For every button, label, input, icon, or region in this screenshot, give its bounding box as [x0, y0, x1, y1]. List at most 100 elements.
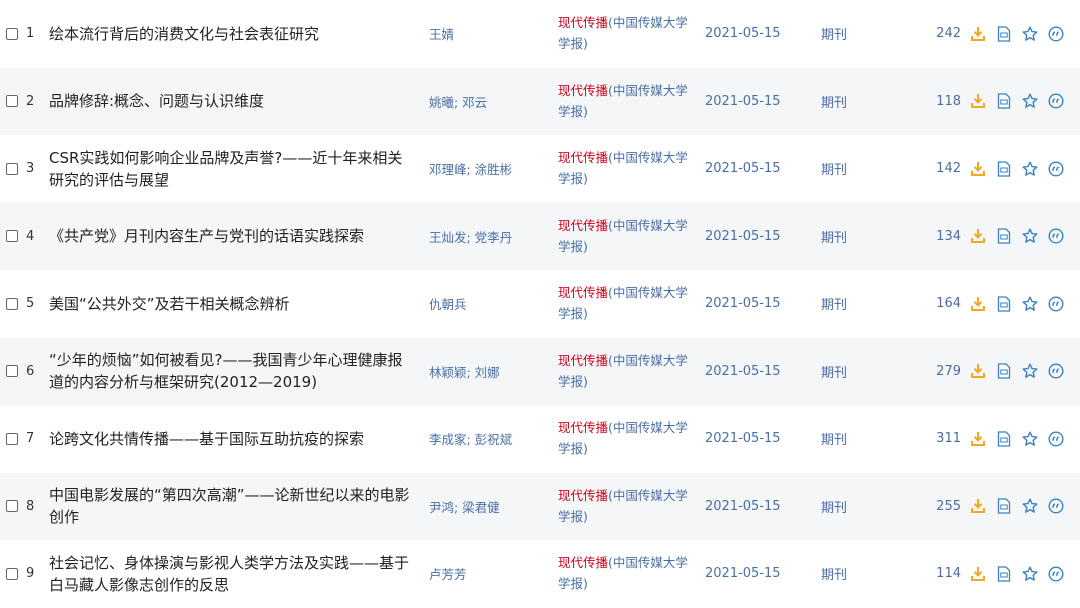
download-icon[interactable] [970, 296, 986, 312]
cite-icon[interactable] [1048, 93, 1064, 109]
authors-link[interactable]: 卢芳芳 [429, 540, 544, 608]
html-read-icon[interactable] [996, 431, 1012, 447]
publish-date: 2021-05-15 [705, 228, 781, 244]
row-checkbox[interactable] [6, 473, 24, 541]
favorite-star-icon[interactable] [1022, 93, 1038, 109]
favorite-star-icon[interactable] [1022, 161, 1038, 177]
download-icon[interactable] [970, 26, 986, 42]
download-count: 255 [936, 498, 961, 514]
article-title-link[interactable]: 《共产党》月刊内容生产与党刊的话语实践探索 [49, 203, 414, 271]
authors-link[interactable]: 王婧 [429, 0, 544, 68]
article-title-link[interactable]: 品牌修辞:概念、问题与认识维度 [49, 68, 414, 136]
authors-link[interactable]: 尹鸿; 梁君健 [429, 473, 544, 541]
publish-date: 2021-05-15 [705, 566, 781, 582]
authors-link[interactable]: 林颖颖; 刘娜 [429, 338, 544, 406]
source-link[interactable]: 现代传播(中国传媒大学学报) [558, 0, 693, 68]
row-checkbox[interactable] [6, 270, 24, 338]
favorite-star-icon[interactable] [1022, 431, 1038, 447]
source-highlight: 现代传播 [558, 15, 609, 30]
download-icon[interactable] [970, 431, 986, 447]
row-actions [970, 270, 1080, 338]
download-count: 279 [936, 363, 961, 379]
download-icon[interactable] [970, 363, 986, 379]
row-checkbox[interactable] [6, 203, 24, 271]
row-checkbox[interactable] [6, 0, 24, 68]
source-link[interactable]: 现代传播(中国传媒大学学报) [558, 203, 693, 271]
cite-icon[interactable] [1048, 228, 1064, 244]
publish-date: 2021-05-15 [705, 498, 781, 514]
database-type: 期刊 [821, 433, 848, 449]
download-icon[interactable] [970, 498, 986, 514]
cite-icon[interactable] [1048, 161, 1064, 177]
row-checkbox[interactable] [6, 338, 24, 406]
database-type: 期刊 [821, 163, 848, 179]
row-checkbox[interactable] [6, 135, 24, 203]
favorite-star-icon[interactable] [1022, 296, 1038, 312]
article-title-link[interactable]: CSR实践如何影响企业品牌及声誉?——近十年来相关研究的评估与展望 [49, 135, 414, 203]
source-highlight: 现代传播 [558, 352, 609, 368]
source-link[interactable]: 现代传播(中国传媒大学学报) [558, 68, 693, 136]
html-read-icon[interactable] [996, 566, 1012, 582]
article-title-link[interactable]: 美国“公共外交”及若干相关概念辨析 [49, 270, 414, 338]
html-read-icon[interactable] [996, 228, 1012, 244]
html-read-icon[interactable] [996, 498, 1012, 514]
source-link[interactable]: 现代传播(中国传媒大学学报) [558, 473, 693, 541]
publish-date: 2021-05-15 [705, 93, 781, 109]
row-number: 6 [26, 363, 35, 379]
publish-date: 2021-05-15 [705, 296, 781, 312]
row-number: 5 [26, 296, 35, 312]
authors-link[interactable]: 仇朝兵 [429, 270, 544, 338]
article-title-link[interactable]: 中国电影发展的“第四次高潮”——论新世纪以来的电影创作 [49, 473, 414, 541]
result-row: 2 品牌修辞:概念、问题与认识维度 姚曦; 邓云 现代传播(中国传媒大学学报) … [0, 67, 1080, 136]
html-read-icon[interactable] [996, 296, 1012, 312]
row-actions [970, 0, 1080, 68]
row-actions [970, 473, 1080, 541]
cite-icon[interactable] [1048, 296, 1064, 312]
authors-link[interactable]: 王灿发; 党李丹 [429, 203, 544, 271]
row-number: 8 [26, 498, 35, 514]
source-link[interactable]: 现代传播(中国传媒大学学报) [558, 338, 693, 406]
article-title-link[interactable]: 论跨文化共情传播——基于国际互助抗疫的探索 [49, 405, 414, 473]
download-icon[interactable] [970, 161, 986, 177]
favorite-star-icon[interactable] [1022, 26, 1038, 42]
cite-icon[interactable] [1048, 498, 1064, 514]
favorite-star-icon[interactable] [1022, 498, 1038, 514]
source-link[interactable]: 现代传播(中国传媒大学学报) [558, 270, 693, 338]
cite-icon[interactable] [1048, 363, 1064, 379]
row-checkbox[interactable] [6, 405, 24, 473]
source-highlight: 现代传播 [558, 285, 609, 300]
row-actions [970, 540, 1080, 608]
authors-link[interactable]: 姚曦; 邓云 [429, 68, 544, 136]
row-number: 7 [26, 431, 35, 447]
download-icon[interactable] [970, 93, 986, 109]
download-icon[interactable] [970, 566, 986, 582]
favorite-star-icon[interactable] [1022, 363, 1038, 379]
row-number: 3 [26, 161, 35, 177]
favorite-star-icon[interactable] [1022, 566, 1038, 582]
cite-icon[interactable] [1048, 431, 1064, 447]
download-count: 142 [936, 161, 961, 177]
html-read-icon[interactable] [996, 26, 1012, 42]
article-title-link[interactable]: 绘本流行背后的消费文化与社会表征研究 [49, 0, 414, 68]
source-link[interactable]: 现代传播(中国传媒大学学报) [558, 405, 693, 473]
cite-icon[interactable] [1048, 26, 1064, 42]
cite-icon[interactable] [1048, 566, 1064, 582]
source-link[interactable]: 现代传播(中国传媒大学学报) [558, 540, 693, 608]
article-title-link[interactable]: 社会记忆、身体操演与影视人类学方法及实践——基于白马藏人影像志创作的反思 [49, 540, 414, 608]
authors-link[interactable]: 邓理峰; 涂胜彬 [429, 135, 544, 203]
row-number: 2 [26, 93, 35, 109]
source-highlight: 现代传播 [558, 487, 609, 503]
row-checkbox[interactable] [6, 540, 24, 608]
article-title-link[interactable]: “少年的烦恼”如何被看见?——我国青少年心理健康报道的内容分析与框架研究(201… [49, 338, 414, 406]
html-read-icon[interactable] [996, 93, 1012, 109]
source-link[interactable]: 现代传播(中国传媒大学学报) [558, 135, 693, 203]
result-row: 6 “少年的烦恼”如何被看见?——我国青少年心理健康报道的内容分析与框架研究(2… [0, 337, 1080, 406]
row-number: 1 [26, 26, 35, 42]
download-icon[interactable] [970, 228, 986, 244]
authors-link[interactable]: 李成家; 彭祝斌 [429, 405, 544, 473]
row-checkbox[interactable] [6, 68, 24, 136]
row-actions [970, 338, 1080, 406]
html-read-icon[interactable] [996, 161, 1012, 177]
html-read-icon[interactable] [996, 363, 1012, 379]
favorite-star-icon[interactable] [1022, 228, 1038, 244]
